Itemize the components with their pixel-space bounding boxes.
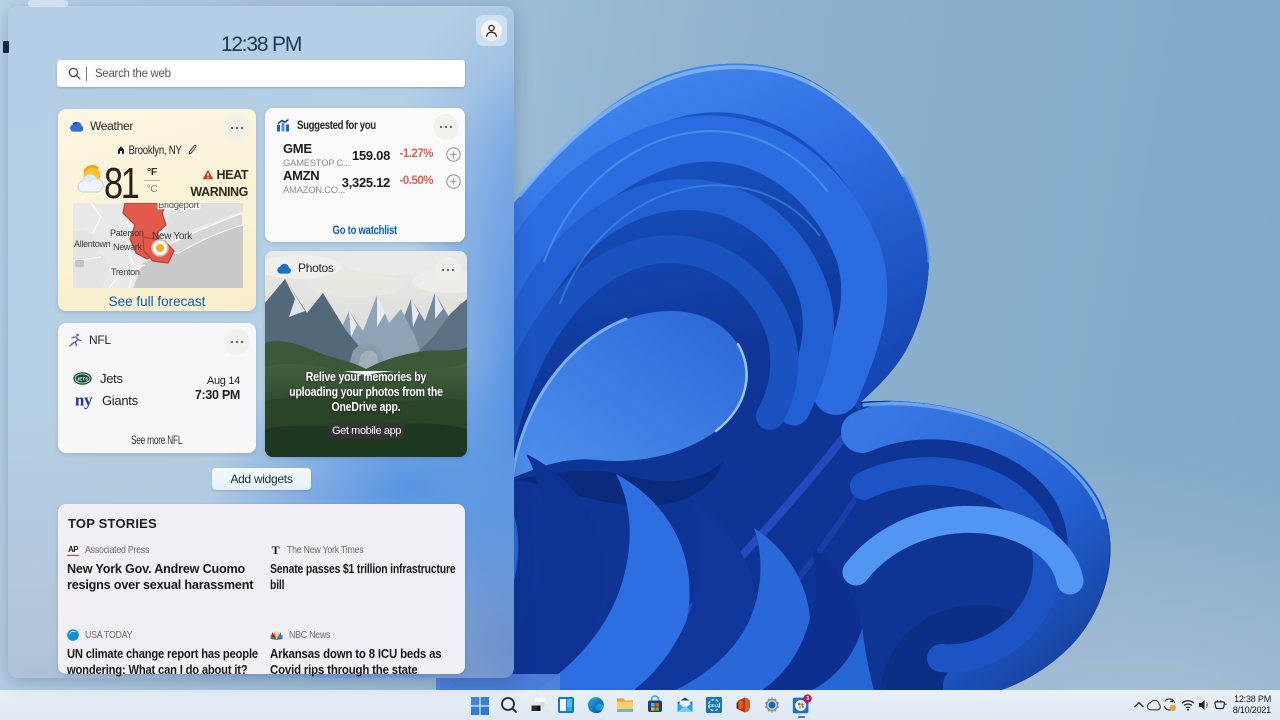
svg-text:Bridgeport: Bridgeport bbox=[158, 203, 199, 211]
svg-text:JETS: JETS bbox=[77, 377, 89, 382]
svg-text:T: T bbox=[272, 544, 280, 556]
svg-text:Trenton: Trenton bbox=[111, 267, 140, 277]
svg-text:Paterson: Paterson bbox=[110, 228, 144, 238]
svg-text:ny: ny bbox=[75, 391, 93, 409]
svg-text:AP: AP bbox=[68, 545, 79, 554]
svg-text:Allentown: Allentown bbox=[74, 239, 111, 249]
svg-text:Newark: Newark bbox=[113, 242, 143, 252]
svg-text:New York: New York bbox=[152, 231, 193, 242]
svg-text:DELL: DELL bbox=[709, 703, 720, 708]
